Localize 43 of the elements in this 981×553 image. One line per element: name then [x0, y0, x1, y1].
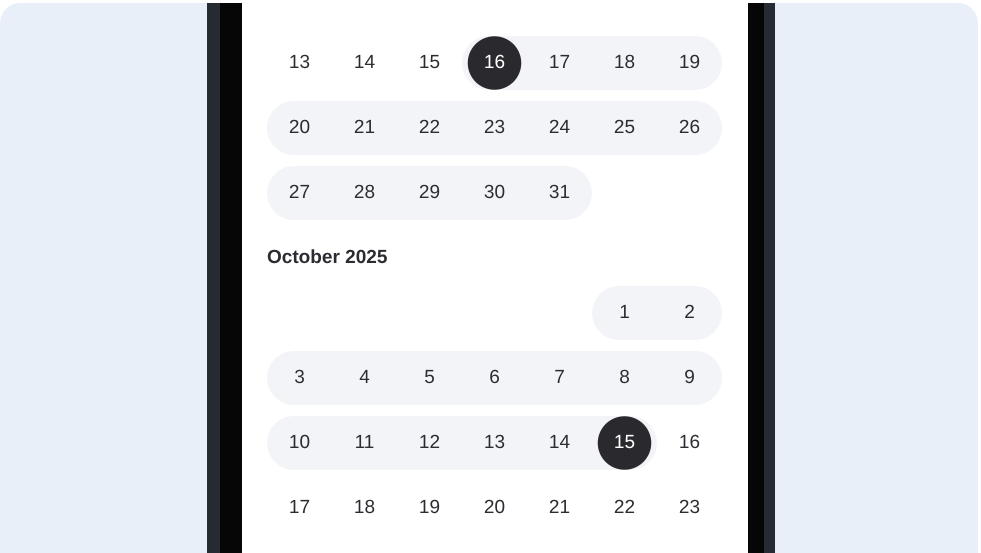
calendar-day[interactable]: 30: [462, 166, 527, 220]
calendar-day[interactable]: 22: [397, 101, 462, 155]
calendar-day[interactable]: 2: [657, 286, 722, 340]
calendar-day[interactable]: 14: [527, 416, 592, 470]
calendar-day[interactable]: 15: [397, 36, 462, 90]
calendar-day[interactable]: 17: [527, 36, 592, 90]
calendar-day[interactable]: 25: [592, 101, 657, 155]
calendar-day[interactable]: 13: [267, 36, 332, 90]
calendar-day[interactable]: 4: [332, 351, 397, 405]
calendar-day[interactable]: 6: [462, 351, 527, 405]
calendar-day[interactable]: 1: [592, 286, 657, 340]
calendar-day[interactable]: 23: [462, 101, 527, 155]
calendar-day[interactable]: 3: [267, 351, 332, 405]
calendar-day[interactable]: 5: [397, 351, 462, 405]
calendar-day[interactable]: 12: [397, 416, 462, 470]
selected-day[interactable]: 15: [592, 416, 657, 470]
calendar-day[interactable]: 11: [332, 416, 397, 470]
calendar-day[interactable]: 19: [657, 36, 722, 90]
calendar-day[interactable]: 7: [527, 351, 592, 405]
calendar-day[interactable]: 8: [592, 351, 657, 405]
calendar-day[interactable]: 22: [592, 481, 657, 535]
calendar-day[interactable]: 27: [267, 166, 332, 220]
calendar-day[interactable]: 17: [267, 481, 332, 535]
calendar-day[interactable]: 18: [332, 481, 397, 535]
calendar-day[interactable]: 19: [397, 481, 462, 535]
calendar-day[interactable]: 31: [527, 166, 592, 220]
calendar-day[interactable]: 10: [267, 416, 332, 470]
selected-day[interactable]: 16: [462, 36, 527, 90]
calendar-day[interactable]: 29: [397, 166, 462, 220]
calendar-day[interactable]: 21: [332, 101, 397, 155]
calendar-day[interactable]: 26: [657, 101, 722, 155]
calendar-day[interactable]: 28: [332, 166, 397, 220]
calendar-day[interactable]: 20: [462, 481, 527, 535]
calendar-day[interactable]: 18: [592, 36, 657, 90]
month-title: October 2025: [267, 246, 388, 270]
calendar-day[interactable]: 9: [657, 351, 722, 405]
calendar-day[interactable]: 21: [527, 481, 592, 535]
calendar-day[interactable]: 14: [332, 36, 397, 90]
calendar-day[interactable]: 16: [657, 416, 722, 470]
calendar-day[interactable]: 13: [462, 416, 527, 470]
calendar-day[interactable]: 24: [527, 101, 592, 155]
calendar-day[interactable]: 23: [657, 481, 722, 535]
calendar-day[interactable]: 20: [267, 101, 332, 155]
